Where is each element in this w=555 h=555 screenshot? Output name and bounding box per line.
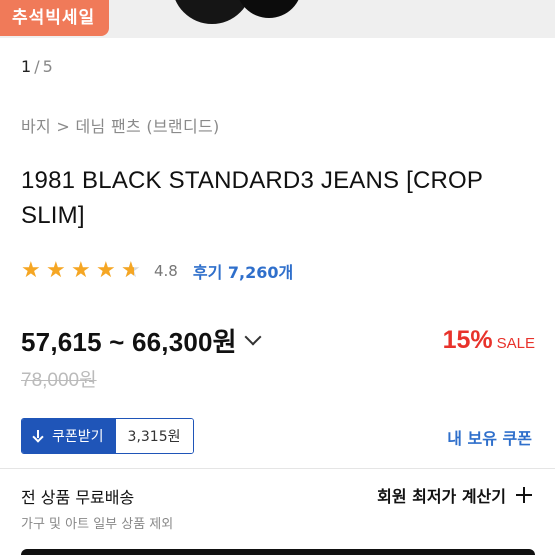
product-image-shoe [172,0,252,24]
product-image-carousel[interactable]: 추석빅세일 [0,0,555,38]
star-icon: ★ [46,258,66,283]
pager-current: 1 [21,57,32,76]
coupon-download-button[interactable]: 쿠폰받기 [22,419,116,453]
plus-icon [516,487,532,503]
sale-label: SALE [496,334,535,352]
star-icon: ★ [21,258,41,283]
discount-percent: 15% [442,325,493,354]
price-calculator-button[interactable]: 회원 최저가 계산기 [377,483,532,507]
price-row: 57,615 ~ 66,300원 15% SALE [21,322,535,358]
my-coupons-link[interactable]: 내 보유 쿠폰 [447,425,532,449]
coupon-button-label: 쿠폰받기 [52,429,104,445]
discount-badge: 15% SALE [443,326,535,355]
rating-row: ★ ★ ★ ★ ★ ★ 4.8 후기 7,260개 [21,258,293,284]
star-icon: ★ [96,258,116,283]
breadcrumb[interactable]: 바지 > 데님 팬츠 (브랜디드) [21,113,220,137]
product-image-shoe [236,0,302,18]
coupon-amount: 3,315원 [115,419,193,453]
product-title: 1981 BLACK STANDARD3 JEANS [CROP SLIM] [21,167,483,229]
shipping-note: 가구 및 아트 일부 상품 제외 [21,517,174,532]
rating-stars: ★ ★ ★ ★ ★ ★ [21,260,146,282]
pager-separator: / [34,57,40,76]
calculator-label: 회원 최저가 계산기 [377,487,506,506]
chevron-down-icon[interactable] [244,328,262,346]
sale-event-tag: 추석빅세일 [0,0,110,36]
download-icon [32,430,44,442]
bottom-action-bar[interactable] [21,549,535,555]
divider [0,468,555,469]
coupon-download[interactable]: 쿠폰받기 3,315원 [21,418,194,454]
review-count-link[interactable]: 후기 7,260개 [193,259,293,283]
star-icon: ★ [71,258,91,283]
rating-value: 4.8 [154,262,178,280]
star-icon: ★ ★ [121,258,141,283]
image-pager: 1/5 [21,57,53,76]
pager-total: 5 [42,57,53,76]
shipping-title: 전 상품 무료배송 [21,488,135,507]
original-price: 78,000원 [21,370,97,391]
price-range: 57,615 ~ 66,300원 [21,326,237,357]
